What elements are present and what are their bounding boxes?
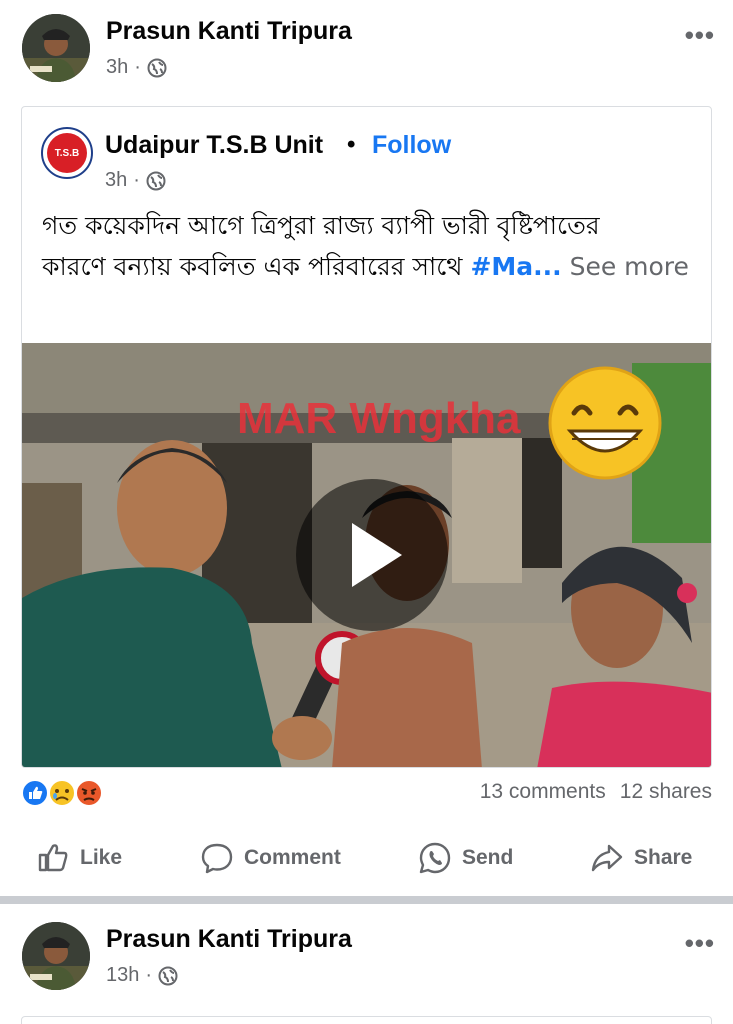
- follow-separator: •: [347, 131, 356, 158]
- author-name[interactable]: Prasun Kanti Tripura: [106, 925, 352, 954]
- shared-post-meta: 3h ·: [105, 169, 166, 192]
- post-text-line-2: কারণে বন্যায় কবলিত এক পরিবারের সাথে #Ma…: [42, 252, 689, 281]
- share-button[interactable]: Share: [590, 836, 692, 880]
- post-2-card-peek: [21, 1016, 712, 1024]
- author-avatar[interactable]: [22, 922, 90, 990]
- post-meta: 13h ·: [106, 964, 178, 987]
- globe-icon: [158, 966, 178, 985]
- see-more-link[interactable]: See more: [562, 252, 689, 281]
- author-avatar[interactable]: [22, 14, 90, 82]
- post-divider: [0, 896, 733, 904]
- post-time[interactable]: 13h: [106, 964, 139, 987]
- follow-button[interactable]: Follow: [372, 131, 451, 160]
- author-name[interactable]: Prasun Kanti Tripura: [106, 17, 352, 46]
- whatsapp-icon: [419, 842, 451, 874]
- shared-page-name[interactable]: Udaipur T.S.B Unit: [105, 131, 323, 160]
- comment-label: Comment: [244, 846, 341, 869]
- post-text: গত কয়েকদিন আগে ত্রিপুরা রাজ্য ব্যাপী ভা…: [42, 205, 702, 287]
- more-options-button[interactable]: •••: [685, 928, 715, 959]
- post-time[interactable]: 3h: [106, 56, 128, 79]
- post-text-line-1: গত কয়েকদিন আগে ত্রিপুরা রাজ্য ব্যাপী ভা…: [42, 211, 600, 240]
- thumbs-up-icon: [38, 844, 68, 872]
- like-button[interactable]: Like: [36, 836, 122, 880]
- comment-button[interactable]: Comment: [200, 836, 341, 880]
- page-logo-text: T.S.B: [47, 133, 87, 173]
- send-button[interactable]: Send: [418, 836, 513, 880]
- play-button[interactable]: [296, 479, 448, 631]
- post-2-header: Prasun Kanti Tripura 13h · •••: [0, 908, 733, 998]
- video-player[interactable]: MAR Wngkha: [22, 343, 711, 767]
- globe-icon: [147, 58, 167, 77]
- engagement-counts: 13 comments 12 shares: [480, 780, 712, 804]
- shares-count[interactable]: 12 shares: [620, 780, 712, 804]
- page-logo[interactable]: T.S.B: [41, 127, 93, 179]
- more-options-button[interactable]: •••: [685, 20, 715, 51]
- comment-bubble-icon: [201, 843, 233, 874]
- post-meta: 3h ·: [106, 56, 167, 79]
- share-arrow-icon: [591, 844, 623, 872]
- post-actions-bar: Like Comment Send Share: [0, 836, 733, 880]
- like-reaction-icon: [21, 779, 49, 807]
- send-label: Send: [462, 846, 514, 869]
- hashtag-link[interactable]: #Ma...: [470, 252, 561, 281]
- video-overlay-text: MAR Wngkha: [237, 394, 521, 443]
- post-header: Prasun Kanti Tripura 3h · •••: [0, 0, 733, 90]
- shared-post-time[interactable]: 3h: [105, 169, 127, 192]
- grinning-emoji-icon: [548, 366, 662, 480]
- sad-reaction-icon: [48, 779, 76, 807]
- reactions-summary[interactable]: [21, 778, 121, 808]
- globe-icon: [146, 171, 166, 190]
- shared-post-card[interactable]: T.S.B Udaipur T.S.B Unit • Follow 3h · গ…: [21, 106, 712, 768]
- like-label: Like: [80, 846, 123, 869]
- post-2: Prasun Kanti Tripura 13h · •••: [0, 904, 733, 1024]
- comments-count[interactable]: 13 comments: [480, 780, 606, 804]
- share-label: Share: [634, 846, 693, 869]
- angry-reaction-icon: [75, 779, 103, 807]
